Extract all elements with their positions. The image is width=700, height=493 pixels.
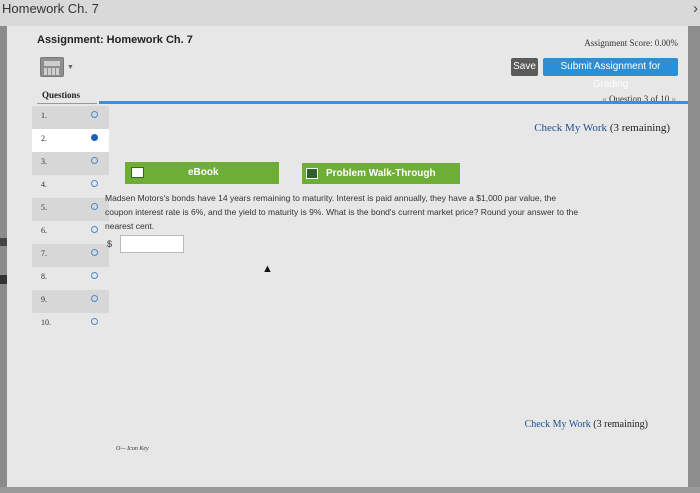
question-number: 9. [41, 295, 47, 304]
assignment-score: Assignment Score: 0.00% [584, 38, 678, 48]
problem-walkthrough-button[interactable]: Problem Walk-Through [302, 163, 460, 184]
status-dot-icon [91, 134, 98, 141]
question-number: 3. [41, 157, 47, 166]
ebook-label: eBook [188, 167, 219, 178]
question-line: nearest cent. [105, 221, 155, 231]
icon-key-link[interactable]: O— Icon Key [116, 446, 149, 452]
question-item-5[interactable]: 5. [32, 198, 109, 221]
currency-symbol: $ [107, 239, 113, 249]
question-line: coupon interest rate is 6%, and the yiel… [105, 207, 579, 217]
icon-key-label: Icon Key [127, 446, 149, 452]
window-title: Homework Ch. 7 [2, 1, 99, 16]
question-item-7[interactable]: 7. [32, 244, 109, 267]
assignment-page: Assignment: Homework Ch. 7 Assignment Sc… [7, 26, 688, 487]
status-circle-icon [91, 272, 98, 279]
assignment-title: Assignment: Homework Ch. 7 [37, 34, 193, 46]
book-icon [131, 167, 144, 178]
question-list: 1. 2. 3. 4. 5. 6. 7. 8. 9. 10. [32, 106, 109, 342]
status-circle-icon [91, 111, 98, 118]
question-number: 5. [41, 203, 47, 212]
question-item-9[interactable]: 9. [32, 290, 109, 313]
right-frame [688, 26, 700, 493]
question-number: 7. [41, 249, 47, 258]
status-circle-icon [91, 249, 98, 256]
question-number: 4. [41, 180, 47, 189]
question-number: 6. [41, 226, 47, 235]
check-my-work-label: Check My Work [524, 419, 591, 430]
status-circle-icon [91, 180, 98, 187]
question-item-8[interactable]: 8. [32, 267, 109, 290]
check-my-work-label: Check My Work [534, 122, 608, 134]
status-circle-icon [91, 295, 98, 302]
submit-assignment-button[interactable]: Submit Assignment for Grading [543, 58, 678, 90]
ebook-button[interactable]: eBook [125, 162, 279, 184]
question-prompt: Madsen Motors's bonds have 14 years rema… [105, 191, 675, 233]
question-number: 2. [41, 134, 47, 143]
sidebar-divider [37, 103, 97, 104]
question-item-4[interactable]: 4. [32, 175, 109, 198]
remaining-count: (3 remaining) [609, 122, 670, 134]
video-icon [306, 168, 318, 179]
question-item-1[interactable]: 1. [32, 106, 109, 129]
remaining-count: (3 remaining) [593, 419, 648, 430]
calculator-screen [44, 61, 60, 66]
save-button[interactable]: Save [511, 58, 538, 76]
check-my-work-link-bottom[interactable]: Check My Work (3 remaining) [525, 419, 648, 430]
question-line: Madsen Motors's bonds have 14 years rema… [105, 193, 557, 203]
status-circle-icon [91, 203, 98, 210]
mouse-cursor-icon: ▲ [262, 263, 273, 275]
status-circle-icon [91, 318, 98, 325]
check-my-work-link[interactable]: Check My Work (3 remaining) [534, 122, 670, 134]
chevron-down-icon[interactable]: ▼ [67, 64, 74, 71]
left-frame-marker [0, 275, 7, 284]
question-number: 8. [41, 272, 47, 281]
key-icon: O— [116, 446, 126, 452]
left-frame-marker [0, 238, 7, 246]
answer-input[interactable] [120, 235, 184, 253]
walkthrough-label: Problem Walk-Through [326, 168, 436, 179]
content-divider [99, 101, 688, 104]
question-number: 10. [41, 318, 51, 327]
left-frame [0, 26, 7, 493]
question-item-3[interactable]: 3. [32, 152, 109, 175]
question-number: 1. [41, 111, 47, 120]
question-item-2[interactable]: 2. [32, 129, 109, 152]
bottom-frame [0, 487, 700, 493]
question-item-10[interactable]: 10. [32, 313, 109, 336]
status-circle-icon [91, 226, 98, 233]
chevron-right-icon[interactable]: › [693, 0, 698, 17]
questions-heading: Questions [42, 90, 81, 100]
calculator-keys [44, 68, 60, 75]
status-circle-icon [91, 157, 98, 164]
browser-tab-bar: Homework Ch. 7 › [0, 0, 700, 26]
question-item-6[interactable]: 6. [32, 221, 109, 244]
calculator-icon[interactable] [40, 57, 64, 77]
